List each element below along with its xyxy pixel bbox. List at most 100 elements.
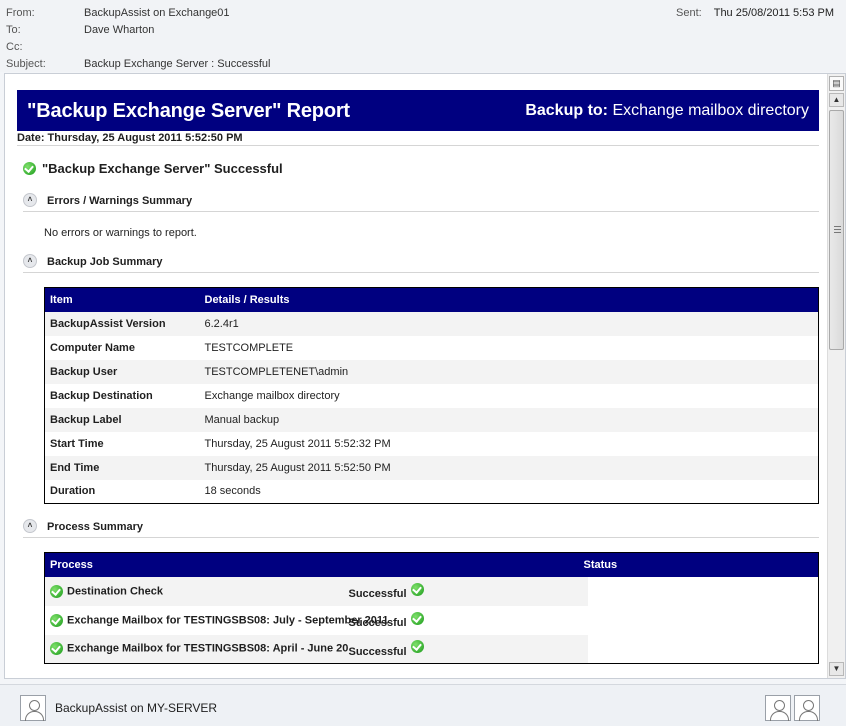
divider: [23, 272, 819, 273]
process-section-heading[interactable]: ˄ Process Summary: [23, 519, 143, 534]
collapse-icon[interactable]: ˄: [23, 193, 37, 207]
subject-label: Subject:: [6, 58, 46, 70]
divider: [23, 211, 819, 212]
table-row: Computer Name TESTCOMPLETE: [45, 336, 819, 360]
status-cell: Successful: [348, 576, 589, 606]
table-row: End Time Thursday, 25 August 2011 5:52:50…: [44, 455, 819, 480]
backup-to-label: Backup to:: [525, 102, 608, 119]
process-name: Destination Check: [67, 584, 163, 597]
scroll-up-arrow-icon[interactable]: ▲: [829, 93, 844, 107]
from-label: From:: [6, 7, 35, 19]
value-cell: Thursday, 25 August 2011 5:52:50 PM: [199, 455, 819, 480]
value-cell: Manual backup: [199, 407, 819, 432]
item-cell: Backup Label: [44, 407, 200, 432]
sent-value: Thu 25/08/2011 5:53 PM: [713, 7, 834, 19]
grip-line: [834, 226, 841, 227]
errors-text: No errors or warnings to report.: [44, 227, 197, 239]
table-row: Backup User TESTCOMPLETENET\admin: [44, 359, 819, 384]
divider: [17, 145, 819, 146]
col-process-header: Process: [44, 552, 579, 577]
people-pane: BackupAssist on MY-SERVER: [0, 684, 846, 726]
success-check-icon: [410, 582, 424, 596]
table-header-row: Process Status: [44, 552, 819, 577]
report-content: "Backup Exchange Server" Report Backup t…: [5, 74, 827, 678]
status-cell: Successful: [348, 634, 589, 664]
col-item-header: Item: [44, 287, 200, 312]
sent-label: Sent:: [676, 7, 702, 19]
item-cell: Backup User: [44, 359, 200, 384]
collapse-icon[interactable]: ˄: [23, 254, 37, 268]
process-summary-table: Process Status Destination Check Success…: [44, 552, 819, 664]
job-section-heading[interactable]: ˄ Backup Job Summary: [23, 254, 163, 269]
errors-section-heading[interactable]: ˄ Errors / Warnings Summary: [23, 193, 193, 208]
to-value[interactable]: Dave Wharton: [84, 24, 154, 36]
to-row: To: Dave Wharton: [6, 22, 154, 38]
reading-pane-toggle-icon[interactable]: ▤: [829, 76, 844, 91]
table-row: Backup Label Manual backup: [44, 407, 819, 432]
success-check-icon: [23, 162, 36, 176]
process-heading-text: Process Summary: [47, 520, 143, 533]
table-row: BackupAssist Version 6.2.4r1: [44, 311, 819, 336]
divider: [23, 537, 819, 538]
item-cell: Computer Name: [50, 341, 135, 354]
item-cell: Start Time: [50, 437, 104, 450]
message-header: From: BackupAssist on Exchange01 To: Dave …: [0, 0, 846, 72]
success-check-icon: [410, 640, 424, 654]
avatar[interactable]: [794, 695, 820, 721]
table-row: Destination Check Successful: [44, 576, 819, 606]
col-status-header: Status: [578, 552, 819, 577]
table-header-row: Item Details / Results: [44, 287, 819, 312]
cc-label: Cc:: [6, 41, 23, 53]
job-summary-table: Item Details / Results BackupAssist Vers…: [44, 287, 819, 504]
value-cell: Thursday, 25 August 2011 5:52:32 PM: [204, 437, 391, 450]
item-cell: End Time: [44, 455, 200, 480]
report-title: "Backup Exchange Server" Report: [27, 100, 350, 122]
value-cell: 6.2.4r1: [199, 311, 819, 336]
scroll-thumb[interactable]: [829, 110, 844, 350]
item-cell: Duration: [50, 485, 96, 498]
sender-name[interactable]: BackupAssist on MY-SERVER: [55, 701, 217, 715]
value-cell: TESTCOMPLETE: [204, 341, 294, 354]
backup-to-value: Exchange mailbox directory: [612, 102, 809, 119]
avatar[interactable]: [765, 695, 791, 721]
value-cell: 18 seconds: [204, 485, 261, 498]
value-cell: Exchange mailbox directory: [204, 389, 340, 402]
message-body: "Backup Exchange Server" Report Backup t…: [4, 73, 846, 679]
status-text: "Backup Exchange Server" Successful: [42, 161, 283, 176]
table-row: Duration 18 seconds: [45, 480, 819, 504]
process-name: Exchange Mailbox for TESTINGSBS08: July …: [67, 613, 389, 626]
table-row: Exchange Mailbox for TESTINGSBS08: April…: [44, 634, 819, 664]
subject-row: Subject: Backup Exchange Server : Success…: [6, 56, 270, 72]
grip-line: [834, 232, 841, 233]
backup-destination-heading: Backup to: Exchange mailbox directory: [525, 102, 809, 120]
errors-heading-text: Errors / Warnings Summary: [47, 194, 193, 207]
table-row: Exchange Mailbox for TESTINGSBS08: July …: [45, 606, 819, 635]
success-check-icon: [50, 642, 63, 656]
grip-line: [834, 229, 841, 230]
status-text: Successful: [348, 645, 407, 658]
item-cell: BackupAssist Version: [44, 311, 200, 336]
scroll-down-arrow-icon[interactable]: ▼: [829, 662, 844, 676]
value-cell: TESTCOMPLETENET\admin: [199, 359, 819, 384]
success-check-icon: [50, 613, 63, 627]
from-value[interactable]: BackupAssist on Exchange01: [84, 7, 230, 19]
status-text: Successful: [348, 587, 407, 600]
collapse-icon[interactable]: ˄: [23, 519, 37, 533]
success-check-icon: [50, 584, 63, 598]
success-check-icon: [410, 611, 424, 625]
report-banner: "Backup Exchange Server" Report Backup t…: [17, 90, 819, 131]
subject-value: Backup Exchange Server : Successful: [84, 58, 271, 70]
status-text: Successful: [348, 616, 407, 629]
cc-row: Cc:: [6, 39, 84, 55]
report-date: Date: Thursday, 25 August 2011 5:52:50 P…: [17, 132, 243, 144]
col-details-header: Details / Results: [199, 287, 819, 312]
job-heading-text: Backup Job Summary: [47, 255, 163, 268]
process-name: Exchange Mailbox for TESTINGSBS08: April…: [67, 642, 361, 655]
item-cell: Backup Destination: [50, 389, 153, 402]
to-label: To:: [6, 24, 21, 36]
status-cell: Successful: [349, 606, 589, 635]
status-line: "Backup Exchange Server" Successful: [23, 161, 283, 176]
avatar[interactable]: [20, 695, 46, 721]
vertical-scrollbar[interactable]: ▤ ▲ ▼: [827, 74, 845, 678]
table-row: Backup Destination Exchange mailbox direc…: [45, 384, 819, 408]
